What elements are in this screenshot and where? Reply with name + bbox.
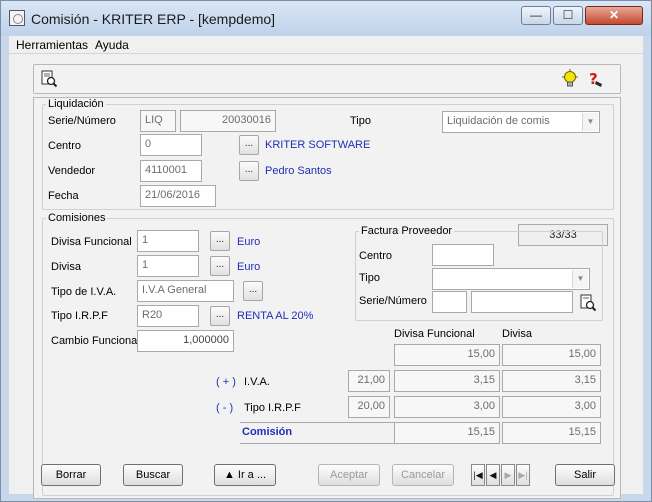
tipo-irpf-label: Tipo I.R.P.F <box>51 310 108 322</box>
col-divisa-header: Divisa <box>502 328 532 340</box>
divisa-funcional-label: Divisa Funcional <box>51 236 132 248</box>
tipo-irpf-description: RENTA AL 20% <box>237 310 314 322</box>
vendedor-field[interactable]: 4110001 <box>140 160 202 182</box>
serie-numero-label: Serie/Número <box>48 115 116 127</box>
centro-label: Centro <box>48 140 82 152</box>
factura-tipo-label: Tipo <box>359 272 380 284</box>
irpf-sign: ( - ) <box>216 402 234 414</box>
total-funcional-field: 15,15 <box>394 422 500 444</box>
tipo-select-value: Liquidación de comis <box>447 115 550 127</box>
iva-divisa-field: 3,15 <box>502 370 601 392</box>
tipo-label: Tipo <box>350 115 371 127</box>
menu-herramientas[interactable]: Herramientas <box>16 38 88 52</box>
factura-proveedor-title: Factura Proveedor <box>359 225 455 237</box>
irpf-divisa-field: 3,00 <box>502 396 601 418</box>
preview-icon[interactable] <box>40 70 58 88</box>
centro-field[interactable]: 0 <box>140 134 202 156</box>
lightbulb-icon[interactable] <box>561 69 579 89</box>
tipo-iva-lookup-button[interactable]: ... <box>243 281 263 301</box>
chevron-down-icon[interactable]: ▼ <box>582 113 598 131</box>
menu-bar: Herramientas Ayuda <box>9 36 643 54</box>
factura-numero-field[interactable] <box>471 291 573 313</box>
toolbar: ? <box>33 64 621 94</box>
divisa-funcional-field[interactable]: 1 <box>137 230 199 252</box>
tipo-select[interactable]: Liquidación de comis ▼ <box>442 111 600 133</box>
minimize-button[interactable]: — <box>521 6 551 25</box>
buscar-button[interactable]: Buscar <box>123 464 183 486</box>
app-window: Comisión - KRITER ERP - [kempdemo] — ☐ ✕… <box>0 0 652 502</box>
iva-sign: ( + ) <box>216 376 236 388</box>
divisa-funcional-lookup-button[interactable]: ... <box>210 231 230 251</box>
centro-lookup-button[interactable]: ... <box>239 135 259 155</box>
total-comision-label: Comisión <box>240 422 394 444</box>
serie-field[interactable]: LIQ <box>140 110 176 132</box>
search-document-icon[interactable] <box>579 294 597 312</box>
ir-a-button[interactable]: ▲ Ir a ... <box>214 464 276 486</box>
base-divisa-field: 15,00 <box>502 344 601 366</box>
ir-a-label: Ir a ... <box>237 469 267 481</box>
tipo-irpf-field[interactable]: R20 <box>137 305 199 327</box>
divisa-field[interactable]: 1 <box>137 255 199 277</box>
close-button[interactable]: ✕ <box>585 6 643 25</box>
form-panel: Liquidación Serie/Número LIQ 20030016 Ti… <box>33 97 621 499</box>
salir-button[interactable]: Salir <box>555 464 615 486</box>
iva-label: I.V.A. <box>244 376 270 388</box>
tipo-irpf-lookup-button[interactable]: ... <box>210 306 230 326</box>
col-divisa-funcional-header: Divisa Funcional <box>394 328 475 340</box>
client-area: ? Liquidación Serie/Número LIQ 20030016 … <box>9 54 643 499</box>
divisa-lookup-button[interactable]: ... <box>210 256 230 276</box>
liquidacion-title: Liquidación <box>46 98 106 110</box>
factura-centro-label: Centro <box>359 250 393 262</box>
cancelar-button[interactable]: Cancelar <box>392 464 454 486</box>
tipo-iva-field[interactable]: I.V.A General <box>137 280 234 302</box>
tipo-iva-label: Tipo de I.V.A. <box>51 286 117 298</box>
last-record-button[interactable]: ▶| <box>516 464 530 486</box>
iva-funcional-field: 3,15 <box>394 370 500 392</box>
base-funcional-field: 15,00 <box>394 344 500 366</box>
next-record-button[interactable]: ▶ <box>501 464 515 486</box>
irpf-percent-field: 20,00 <box>348 396 390 418</box>
divisa-label: Divisa <box>51 261 81 273</box>
vendedor-lookup-button[interactable]: ... <box>239 161 259 181</box>
vendedor-label: Vendedor <box>48 165 96 177</box>
divisa-description: Euro <box>237 261 261 273</box>
divisa-funcional-description: Euro <box>237 236 261 248</box>
iva-percent-field: 21,00 <box>348 370 390 392</box>
irpf-label: Tipo I.R.P.F <box>244 402 301 414</box>
svg-text:?: ? <box>589 70 598 88</box>
first-record-button[interactable]: |◀ <box>471 464 485 486</box>
borrar-button[interactable]: Borrar <box>41 464 101 486</box>
comisiones-title: Comisiones <box>46 212 108 224</box>
caret-up-icon: ▲ <box>223 469 235 481</box>
fecha-label: Fecha <box>48 190 79 202</box>
factura-serie-numero-label: Serie/Número <box>359 295 427 307</box>
centro-description: KRITER SOFTWARE <box>265 139 371 151</box>
maximize-button[interactable]: ☐ <box>553 6 583 25</box>
vendedor-description: Pedro Santos <box>265 165 332 177</box>
factura-serie-field[interactable] <box>432 291 467 313</box>
chevron-down-icon[interactable]: ▼ <box>572 270 588 288</box>
cambio-funcional-label: Cambio Funcional <box>51 335 140 347</box>
app-icon <box>9 10 25 26</box>
menu-ayuda[interactable]: Ayuda <box>95 38 129 52</box>
factura-tipo-select[interactable]: ▼ <box>432 268 590 290</box>
prev-record-button[interactable]: ◀ <box>486 464 500 486</box>
record-navigator: |◀ ◀ ▶ ▶| <box>471 464 535 486</box>
irpf-funcional-field: 3,00 <box>394 396 500 418</box>
title-bar: Comisión - KRITER ERP - [kempdemo] — ☐ ✕ <box>1 1 651 36</box>
window-title: Comisión - KRITER ERP - [kempdemo] <box>31 11 276 27</box>
total-divisa-field: 15,15 <box>502 422 601 444</box>
numero-field[interactable]: 20030016 <box>180 110 276 132</box>
fecha-field[interactable]: 21/06/2016 <box>140 185 216 207</box>
cambio-funcional-field[interactable]: 1,000000 <box>137 330 234 352</box>
aceptar-button[interactable]: Aceptar <box>318 464 380 486</box>
factura-centro-field[interactable] <box>432 244 494 266</box>
help-icon[interactable]: ? <box>587 69 605 89</box>
